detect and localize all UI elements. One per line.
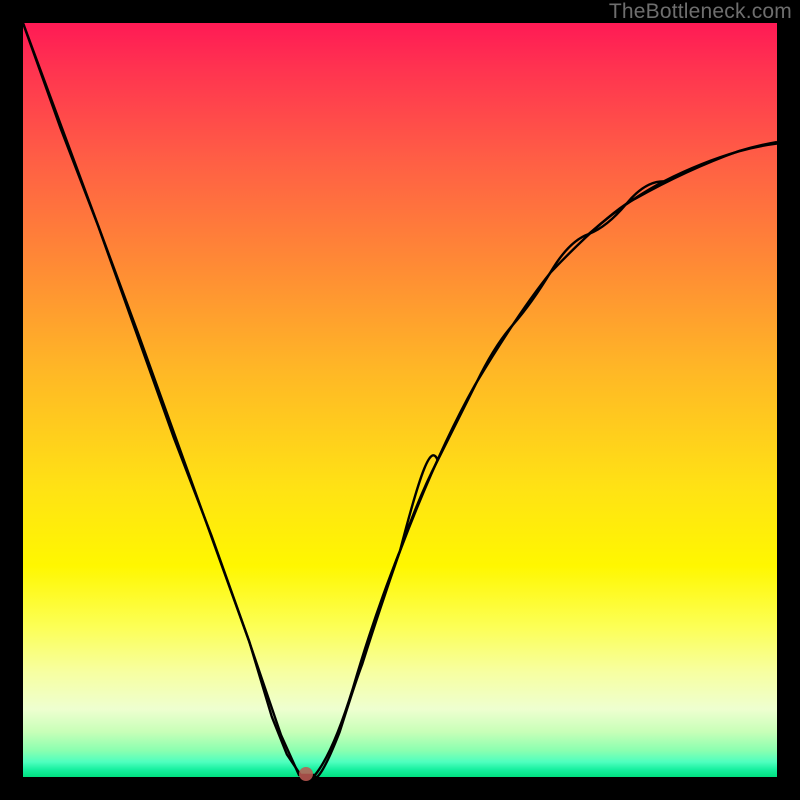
bottleneck-curve: [23, 23, 777, 777]
chart-frame: TheBottleneck.com: [0, 0, 800, 800]
curve-path: [23, 23, 777, 777]
curve-path-smooth: [23, 23, 777, 775]
watermark-text: TheBottleneck.com: [609, 0, 792, 24]
min-point-dot: [299, 767, 313, 781]
plot-area: [23, 23, 777, 777]
